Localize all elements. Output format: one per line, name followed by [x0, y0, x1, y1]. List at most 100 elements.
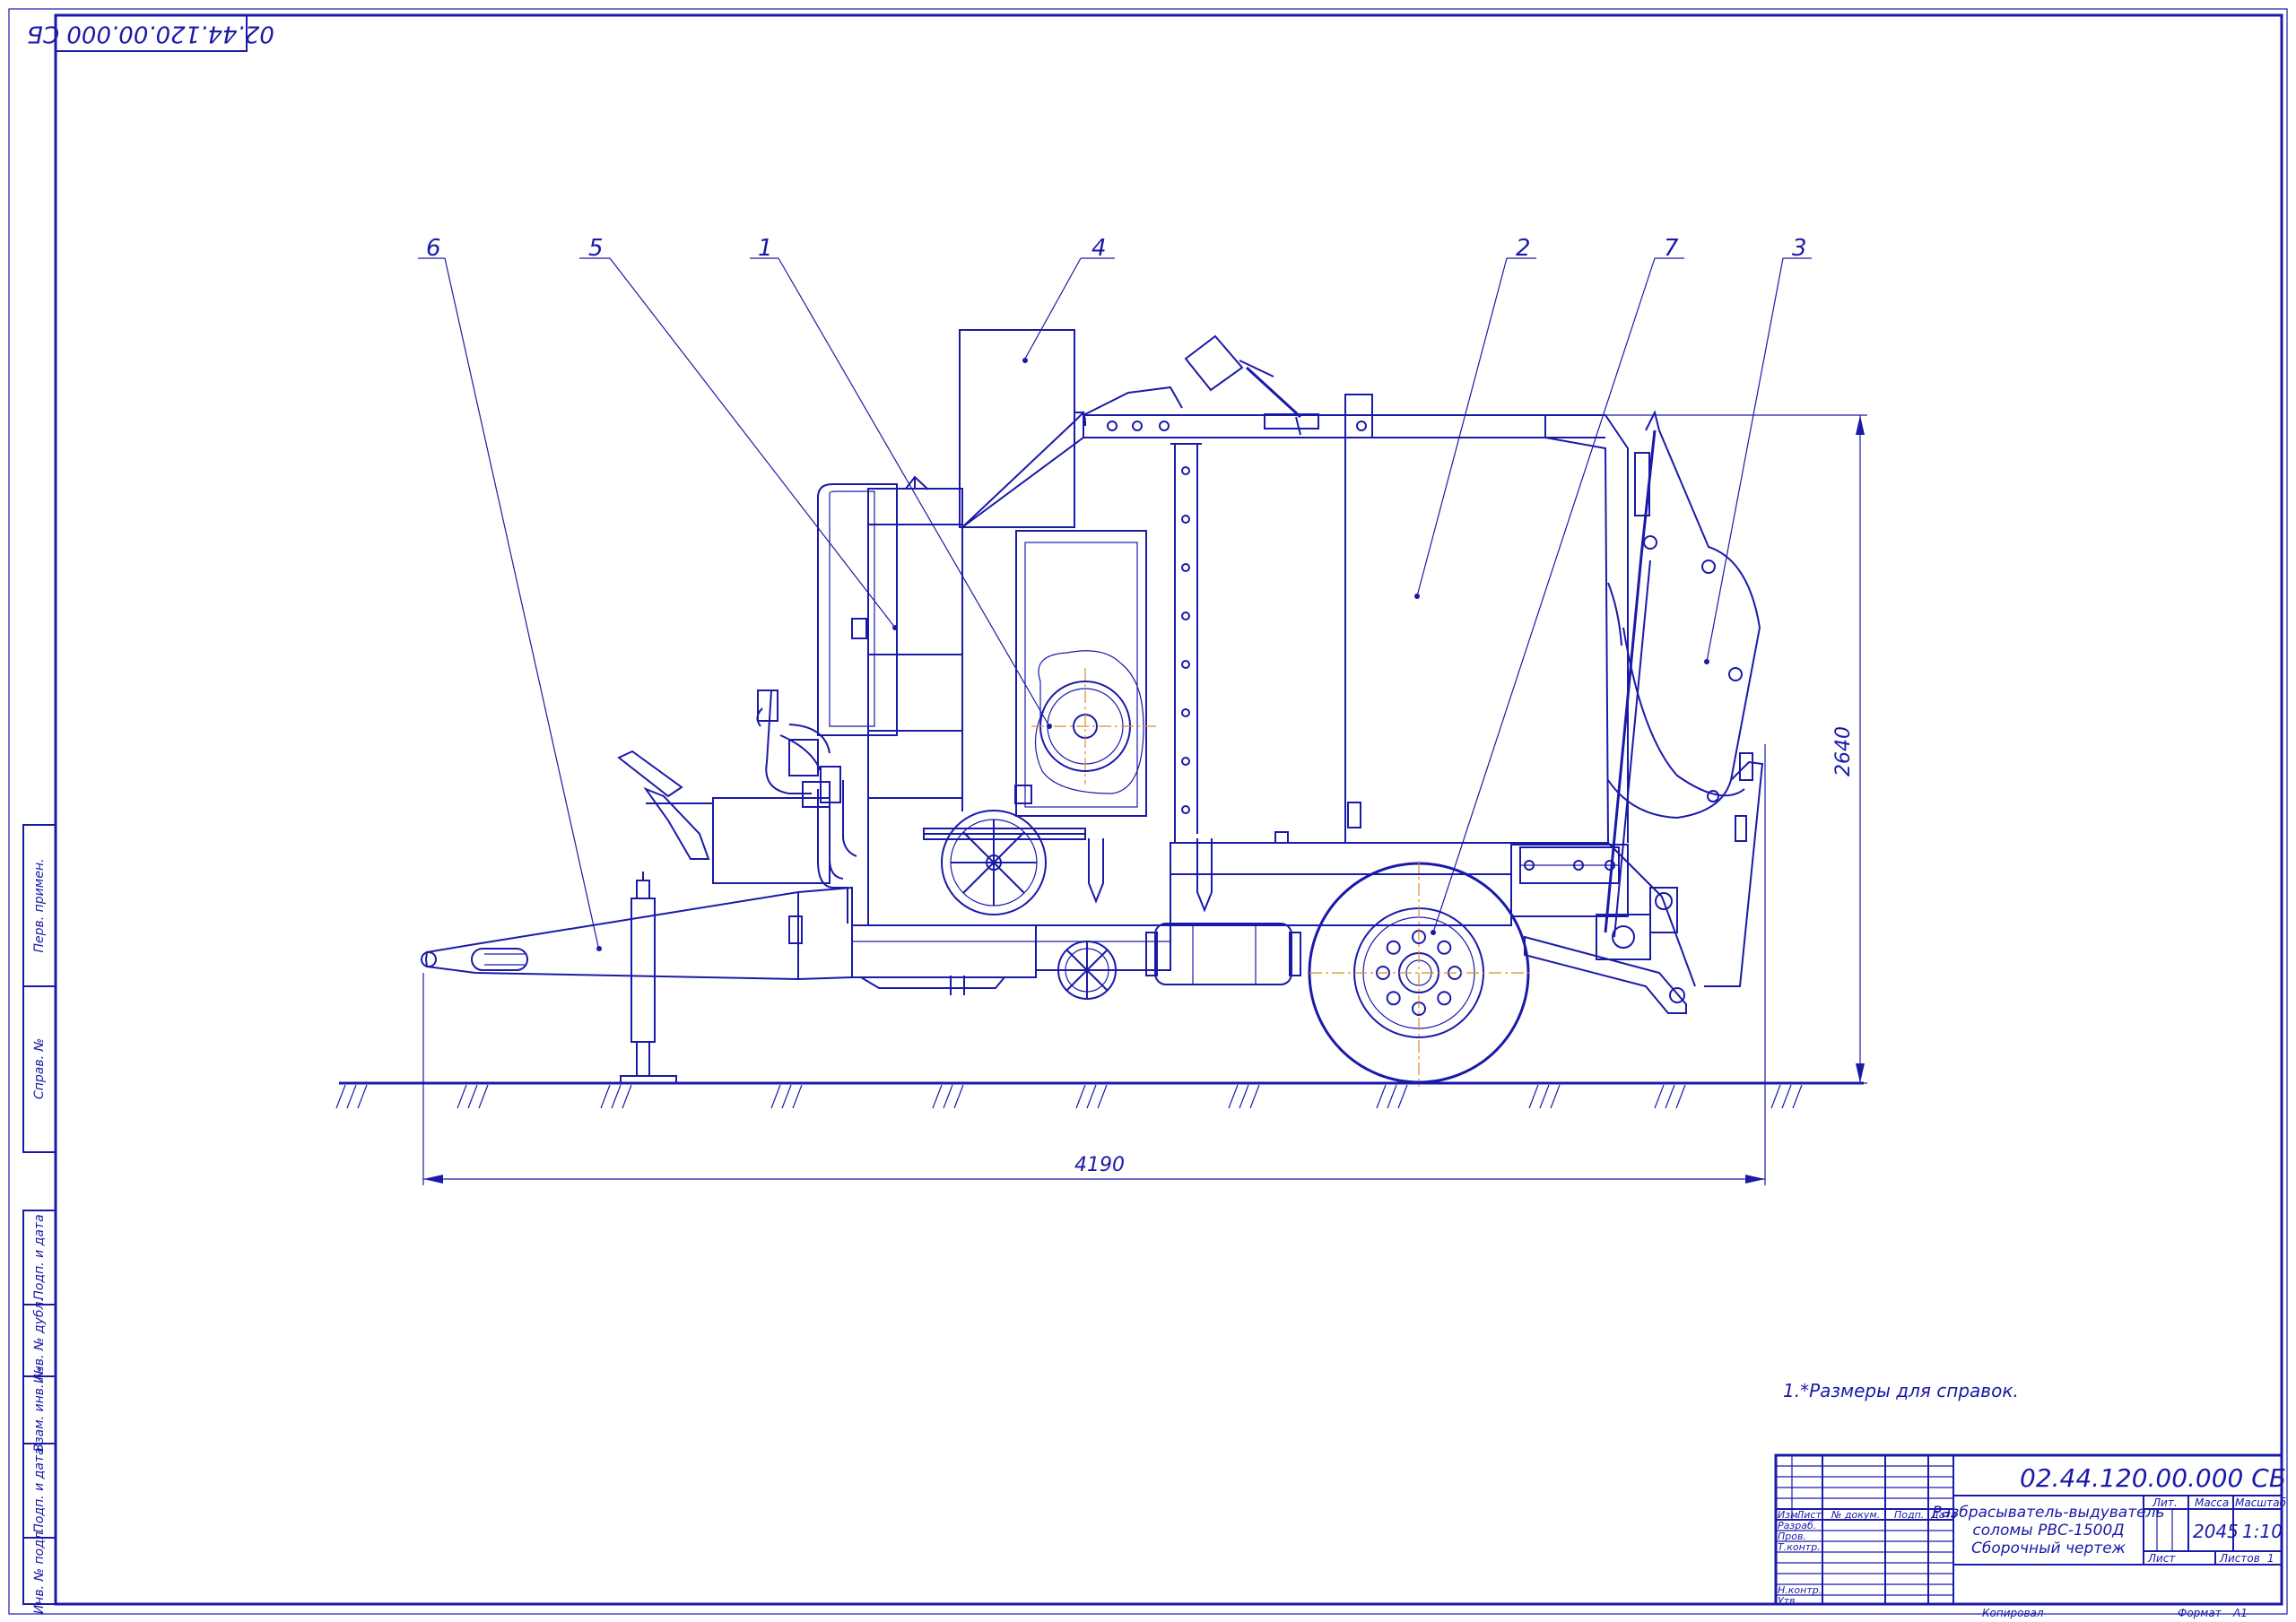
bolt	[1181, 563, 1190, 572]
col-header-doc: № докум.	[1831, 1509, 1880, 1521]
bolt	[1181, 612, 1190, 620]
lug-hole	[1437, 940, 1452, 955]
spoked-wheel-front	[923, 810, 1086, 915]
hydraulic-hoses	[756, 690, 857, 924]
title-line-1: Разбрасыватель-выдуватель	[1933, 1504, 2165, 1522]
margin-label-7: Инв. № подл.	[32, 1528, 47, 1615]
callout-1: 1	[758, 235, 773, 262]
ground-hatch-line	[357, 1084, 368, 1109]
bolt	[1181, 515, 1190, 524]
ground-hatch-line	[457, 1084, 467, 1109]
machine-outline	[421, 329, 1764, 1087]
drawbar	[421, 886, 853, 981]
footer-format-value: А1	[2232, 1607, 2248, 1619]
ground-hatch-line	[1550, 1084, 1561, 1109]
hopper-body	[961, 437, 1610, 844]
col-header-sign: Подп.	[1894, 1509, 1924, 1521]
lit-header: Лит.	[2152, 1496, 2178, 1509]
ground-hatch-line	[770, 1084, 781, 1109]
ground-hatch-line	[1770, 1084, 1781, 1109]
corner-stamp: 02.44.120.00.000 СБ	[27, 14, 274, 52]
sheet-edge	[8, 8, 2288, 1615]
ground-hatch-line	[600, 1084, 611, 1109]
ground-hatch-line	[1097, 1084, 1108, 1109]
ground-hatch-line	[478, 1084, 489, 1109]
corner-stamp-text: 02.44.120.00.000 СБ	[27, 21, 274, 48]
ground-hatch-line	[792, 1084, 803, 1109]
mass-header: Масса	[2195, 1496, 2229, 1509]
lug-hole	[1386, 940, 1401, 955]
ground-hatch-line	[1249, 1084, 1260, 1109]
bolt	[1181, 466, 1190, 475]
lug-hole	[1386, 991, 1401, 1006]
mass-value: 2045	[2193, 1521, 2239, 1542]
ground-hatch-line	[346, 1084, 357, 1109]
ground-hatch-line	[1528, 1084, 1539, 1109]
footer-format-label: Формат	[2178, 1607, 2222, 1619]
scale-value: 1:10	[2242, 1521, 2283, 1542]
ground-hatch-line	[1665, 1084, 1675, 1109]
ground-hatch-line	[1228, 1084, 1239, 1109]
ground-hatch-line	[1792, 1084, 1803, 1109]
margin-label-1: Перв. примен.	[32, 858, 47, 952]
sheets-label: Листов	[2219, 1552, 2260, 1565]
title-line-2: соломы РВС-1500Д	[1972, 1522, 2124, 1540]
ground-hatch-line	[943, 1084, 953, 1109]
dimension-height	[1547, 414, 1867, 1084]
assembly-drawing: 02.44.120.00.000 СБ Перв. примен. Справ.…	[8, 8, 2288, 1619]
ground-hatch-line	[781, 1084, 792, 1109]
spoked-wheel-small	[1057, 941, 1117, 1000]
rear-linkage	[1519, 846, 1687, 1014]
bolt	[1181, 708, 1190, 717]
role-tkontr: Т.контр.	[1778, 1541, 1821, 1553]
ground-hatch-line	[953, 1084, 964, 1109]
ground-hatch-line	[1781, 1084, 1792, 1109]
dimension-height-label: 2640	[1832, 726, 1855, 776]
ground-hatch-line	[1539, 1084, 1550, 1109]
ground-hatch-line	[1075, 1084, 1086, 1109]
scale-header: Масштаб	[2235, 1496, 2287, 1509]
col-header-date: Дата	[1930, 1509, 1957, 1521]
ground-hatch-line	[1086, 1084, 1097, 1109]
ground-hatch-line	[1654, 1084, 1665, 1109]
callout-2: 2	[1516, 235, 1531, 262]
margin-label-6: Подп. и дата	[32, 1447, 47, 1532]
ground-hatch-line	[1397, 1084, 1408, 1109]
callout-7: 7	[1664, 235, 1679, 262]
ground-hatch-line	[1675, 1084, 1686, 1109]
sheets-value: 1	[2267, 1552, 2274, 1565]
discharge-chute	[959, 329, 1086, 811]
sheet-label: Лист	[2147, 1552, 2176, 1565]
ground-hatch-line	[335, 1084, 346, 1109]
reference-note: 1.*Размеры для справок.	[1783, 1380, 2019, 1401]
ground-hatch-line	[467, 1084, 478, 1109]
callout-5: 5	[588, 235, 604, 262]
title-line-3: Сборочный чертеж	[1971, 1540, 2126, 1557]
dimension-length-label: 4190	[1074, 1154, 1125, 1176]
ground-hatch-line	[1376, 1084, 1387, 1109]
ground-hatch-line	[611, 1084, 622, 1109]
bolt	[1181, 660, 1190, 669]
rear-spreader	[1604, 410, 1764, 987]
fan-housing	[817, 475, 963, 925]
left-margin-strip: Перв. примен. Справ. № Подп. и дата Инв.…	[22, 824, 57, 1615]
ground-hatch-line	[932, 1084, 943, 1109]
drive-unit	[1014, 530, 1157, 817]
bolt	[1181, 757, 1190, 766]
main-wheel	[1308, 861, 1534, 1087]
bolt	[1181, 805, 1190, 814]
footer-copied: Копировал	[1982, 1607, 2044, 1619]
margin-label-3: Подп. и дата	[32, 1214, 47, 1299]
tank-cylinder	[1145, 923, 1301, 985]
ground-line	[335, 1081, 1864, 1109]
margin-label-2: Справ. №	[32, 1038, 47, 1099]
callout-4: 4	[1091, 235, 1107, 262]
callout-6: 6	[426, 235, 441, 262]
pto-gearbox	[617, 750, 831, 884]
drawing-number: 02.44.120.00.000 СБ	[2020, 1463, 2286, 1493]
role-utv: Утв.	[1778, 1595, 1798, 1607]
ground-hatch-line	[622, 1084, 632, 1109]
callout-3: 3	[1792, 235, 1807, 262]
margin-label-5: Взам. инв. №	[32, 1366, 47, 1452]
drawing-frame	[54, 13, 2283, 1606]
